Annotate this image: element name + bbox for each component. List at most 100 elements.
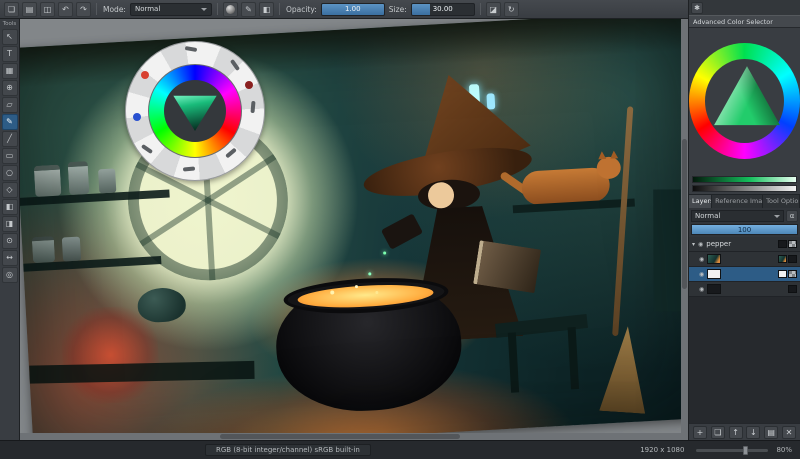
layer-mini-thumbs: [778, 255, 797, 263]
crop-tool-icon[interactable]: ▱: [2, 97, 18, 113]
save-document-icon[interactable]: ◫: [40, 2, 55, 17]
top-toolbar: ❏ ▤ ◫ ↶ ↷ Mode: Normal ✎ ◧ Opacity: 1.00…: [0, 0, 688, 19]
add-layer-button[interactable]: +: [693, 426, 707, 439]
opacity-label: Opacity:: [286, 5, 317, 14]
toolbox-title: Tools: [0, 19, 19, 28]
layer-visibility-icon[interactable]: ◉: [699, 256, 704, 263]
blending-mode-value: Normal: [135, 5, 160, 13]
zoom-slider[interactable]: [696, 449, 768, 452]
vertical-scrollbar-thumb[interactable]: [682, 139, 687, 289]
toolbar-separator: [217, 3, 218, 15]
canvas-area[interactable]: [20, 19, 688, 440]
krita-window: ❏ ▤ ◫ ↶ ↷ Mode: Normal ✎ ◧ Opacity: 1.00…: [0, 0, 800, 459]
open-document-icon[interactable]: ▤: [22, 2, 37, 17]
canvas-vertical-scrollbar[interactable]: [681, 19, 688, 433]
value-component-slider[interactable]: [692, 185, 797, 192]
green-component-slider[interactable]: [692, 176, 797, 183]
move-tool-icon[interactable]: ⊕: [2, 80, 18, 96]
artwork-vignette: [20, 19, 688, 440]
delete-layer-button[interactable]: ✕: [782, 426, 796, 439]
docker-options-icon[interactable]: ✱: [691, 2, 703, 14]
text-tool-icon[interactable]: T: [2, 46, 18, 62]
layer-mini-thumb: [788, 270, 797, 278]
gradient-chooser-icon[interactable]: ◧: [259, 2, 274, 17]
transform-tool-icon[interactable]: ▦: [2, 63, 18, 79]
layer-mini-thumbs: [778, 270, 797, 278]
layer-blend-mode-value: Normal: [695, 212, 720, 220]
layer-mini-thumb: [778, 255, 787, 263]
select-shapes-tool-icon[interactable]: ↖: [2, 29, 18, 45]
toolbar-separator: [279, 3, 280, 15]
recent-color-swatch[interactable]: [133, 113, 141, 121]
layer-mini-thumb: [778, 270, 787, 278]
tab-tool-options[interactable]: Tool Options: [763, 195, 800, 208]
horizontal-scrollbar-thumb[interactable]: [220, 434, 460, 439]
color-wheel[interactable]: [689, 43, 800, 159]
polygon-tool-icon[interactable]: ◇: [2, 182, 18, 198]
color-profile-status: RGB (8-bit integer/channel) sRGB built-i…: [205, 444, 371, 456]
layer-mini-thumb: [788, 255, 797, 263]
opacity-slider[interactable]: 1.00: [321, 3, 385, 16]
opacity-value: 1.00: [322, 4, 384, 15]
layer-opacity-value: 100: [692, 225, 797, 235]
brush-preset-icon[interactable]: [223, 2, 238, 17]
image-dimensions: 1920 x 1080: [640, 446, 684, 454]
layer-list: ▾ ◉ pepper ◉ ◉: [689, 237, 800, 423]
alpha-lock-icon[interactable]: α: [786, 210, 798, 222]
blending-mode-dropdown[interactable]: Normal: [130, 3, 212, 16]
fill-tool-icon[interactable]: ◧: [2, 199, 18, 215]
pan-tool-icon[interactable]: ↔: [2, 250, 18, 266]
zoom-slider-handle[interactable]: [743, 446, 748, 455]
move-layer-down-button[interactable]: ↓: [746, 426, 760, 439]
right-docker-panel: ✱ Advanced Color Selector Layers Referen…: [688, 0, 800, 440]
move-layer-up-button[interactable]: ↑: [729, 426, 743, 439]
recent-color-swatch[interactable]: [245, 81, 253, 89]
layer-blend-mode-dropdown[interactable]: Normal: [691, 210, 784, 222]
eraser-mode-icon[interactable]: ◪: [486, 2, 501, 17]
layers-docker: Normal α 100 ▾ ◉ pepper: [689, 208, 800, 440]
size-slider[interactable]: 30.00: [411, 3, 475, 16]
tab-reference-images[interactable]: Reference Images: [712, 195, 763, 208]
color-slider-strips: [689, 174, 800, 194]
advanced-color-selector[interactable]: [689, 28, 800, 174]
layer-mini-thumb: [788, 285, 797, 293]
tab-layers[interactable]: Layers: [689, 195, 712, 208]
layer-row-group[interactable]: ▾ ◉ pepper: [689, 237, 800, 252]
docker-tabs: Layers Reference Images Tool Options: [689, 194, 800, 208]
color-selector-title: Advanced Color Selector: [689, 15, 800, 28]
reload-preset-icon[interactable]: ↻: [504, 2, 519, 17]
rectangle-tool-icon[interactable]: ▭: [2, 148, 18, 164]
layer-mini-thumb: [778, 240, 787, 248]
undo-icon[interactable]: ↶: [58, 2, 73, 17]
layer-visibility-icon[interactable]: ◉: [699, 286, 704, 293]
size-value: 30.00: [412, 4, 474, 15]
layer-row[interactable]: ◉: [689, 282, 800, 297]
new-document-icon[interactable]: ❏: [4, 2, 19, 17]
duplicate-layer-button[interactable]: ❏: [711, 426, 725, 439]
canvas-horizontal-scrollbar[interactable]: [20, 433, 688, 440]
layer-thumbnail: [707, 254, 721, 264]
edit-brush-settings-icon[interactable]: ✎: [241, 2, 256, 17]
layer-opacity-row: 100: [689, 224, 800, 237]
layer-opacity-slider[interactable]: 100: [691, 224, 798, 235]
layer-visibility-icon[interactable]: ◉: [699, 271, 704, 278]
canvas-artwork[interactable]: [20, 19, 688, 440]
zoom-tool-icon[interactable]: ◎: [2, 267, 18, 283]
line-tool-icon[interactable]: ╱: [2, 131, 18, 147]
layer-row[interactable]: ◉: [689, 252, 800, 267]
ellipse-tool-icon[interactable]: ○: [2, 165, 18, 181]
layer-visibility-icon[interactable]: ◉: [698, 241, 703, 248]
freehand-brush-tool-icon[interactable]: ✎: [2, 114, 18, 130]
recent-color-swatch[interactable]: [141, 71, 149, 79]
layer-row-selected[interactable]: ◉: [689, 267, 800, 282]
layer-blend-row: Normal α: [689, 208, 800, 224]
group-expand-icon[interactable]: ▾: [692, 241, 695, 248]
redo-icon[interactable]: ↷: [76, 2, 91, 17]
layer-buttons-row: + ❏ ↑ ↓ ▤ ✕: [689, 423, 800, 440]
popup-palette[interactable]: [125, 41, 265, 181]
color-sampler-tool-icon[interactable]: ⊙: [2, 233, 18, 249]
zoom-level: 80%: [776, 446, 792, 454]
layer-mini-thumbs: [778, 240, 797, 248]
layer-properties-button[interactable]: ▤: [764, 426, 778, 439]
gradient-tool-icon[interactable]: ◨: [2, 216, 18, 232]
